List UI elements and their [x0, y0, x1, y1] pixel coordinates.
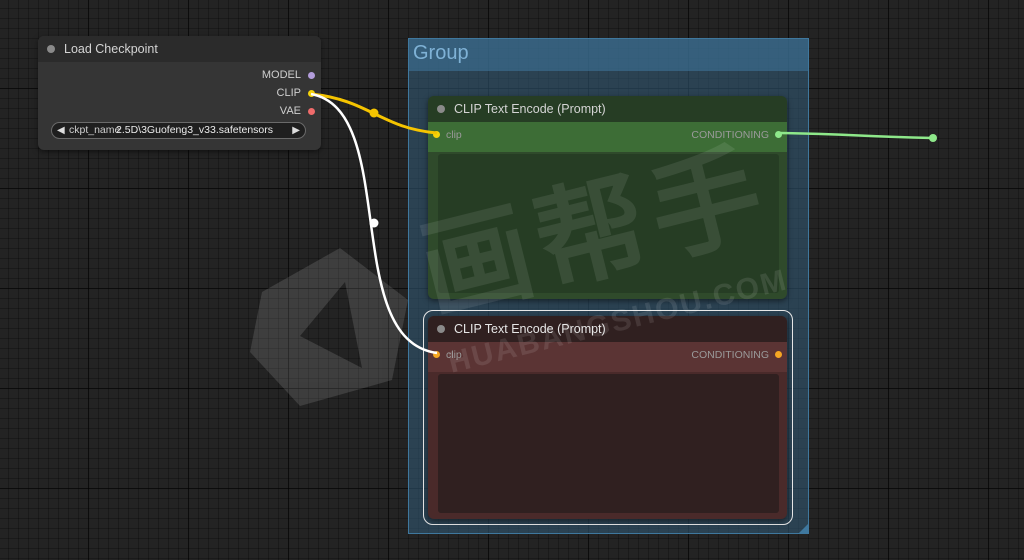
- ckpt-name-combo[interactable]: ◀ ckpt_name 2.5D\3Guofeng3_v33.safetenso…: [51, 122, 306, 139]
- clip-positive-title: CLIP Text Encode (Prompt): [454, 102, 606, 116]
- wire-midpoint-handle[interactable]: [369, 108, 379, 118]
- output-slot-clip[interactable]: [308, 90, 315, 97]
- input-slot-clip[interactable]: [433, 131, 440, 138]
- output-slot-model[interactable]: [308, 72, 315, 79]
- load-checkpoint-node[interactable]: Load Checkpoint MODEL CLIP VAE ◀ ckpt_na…: [38, 36, 321, 150]
- watermark-logo-icon: [250, 248, 408, 406]
- clip-negative-title: CLIP Text Encode (Prompt): [454, 322, 606, 336]
- clip-text-encode-negative-node[interactable]: CLIP Text Encode (Prompt) clip CONDITION…: [428, 316, 787, 519]
- input-slot-clip[interactable]: [433, 351, 440, 358]
- clip-positive-text-input[interactable]: [438, 154, 779, 293]
- input-label-clip: clip: [446, 349, 462, 361]
- collapse-dot-icon[interactable]: [47, 45, 55, 53]
- output-label-model: MODEL: [261, 69, 301, 81]
- clip-negative-title-bar[interactable]: CLIP Text Encode (Prompt): [428, 316, 787, 342]
- clip-positive-title-bar[interactable]: CLIP Text Encode (Prompt): [428, 96, 787, 122]
- prev-arrow-icon[interactable]: ◀: [57, 123, 65, 138]
- clip-negative-text-input[interactable]: [438, 374, 779, 513]
- group-header[interactable]: Group: [409, 39, 808, 71]
- load-checkpoint-title: Load Checkpoint: [64, 42, 158, 56]
- output-label-conditioning: CONDITIONING: [691, 129, 769, 141]
- group-resize-handle[interactable]: [799, 524, 808, 533]
- clip-text-encode-positive-node[interactable]: CLIP Text Encode (Prompt) clip CONDITION…: [428, 96, 787, 299]
- ckpt-name-value: 2.5D\3Guofeng3_v33.safetensors: [116, 124, 274, 136]
- group-title: Group: [413, 42, 469, 64]
- wire-midpoint-handle[interactable]: [369, 218, 379, 228]
- output-label-conditioning: CONDITIONING: [691, 349, 769, 361]
- wire-end-handle[interactable]: [929, 134, 937, 142]
- input-label-clip: clip: [446, 129, 462, 141]
- output-label-clip: CLIP: [276, 87, 301, 99]
- output-slot-conditioning[interactable]: [775, 131, 782, 138]
- load-checkpoint-title-bar[interactable]: Load Checkpoint: [38, 36, 321, 62]
- ckpt-name-label: ckpt_name: [69, 124, 121, 136]
- collapse-dot-icon[interactable]: [437, 325, 445, 333]
- output-label-vae: VAE: [279, 105, 301, 117]
- next-arrow-icon[interactable]: ▶: [292, 123, 300, 138]
- output-slot-conditioning[interactable]: [775, 351, 782, 358]
- output-slot-vae[interactable]: [308, 108, 315, 115]
- collapse-dot-icon[interactable]: [437, 105, 445, 113]
